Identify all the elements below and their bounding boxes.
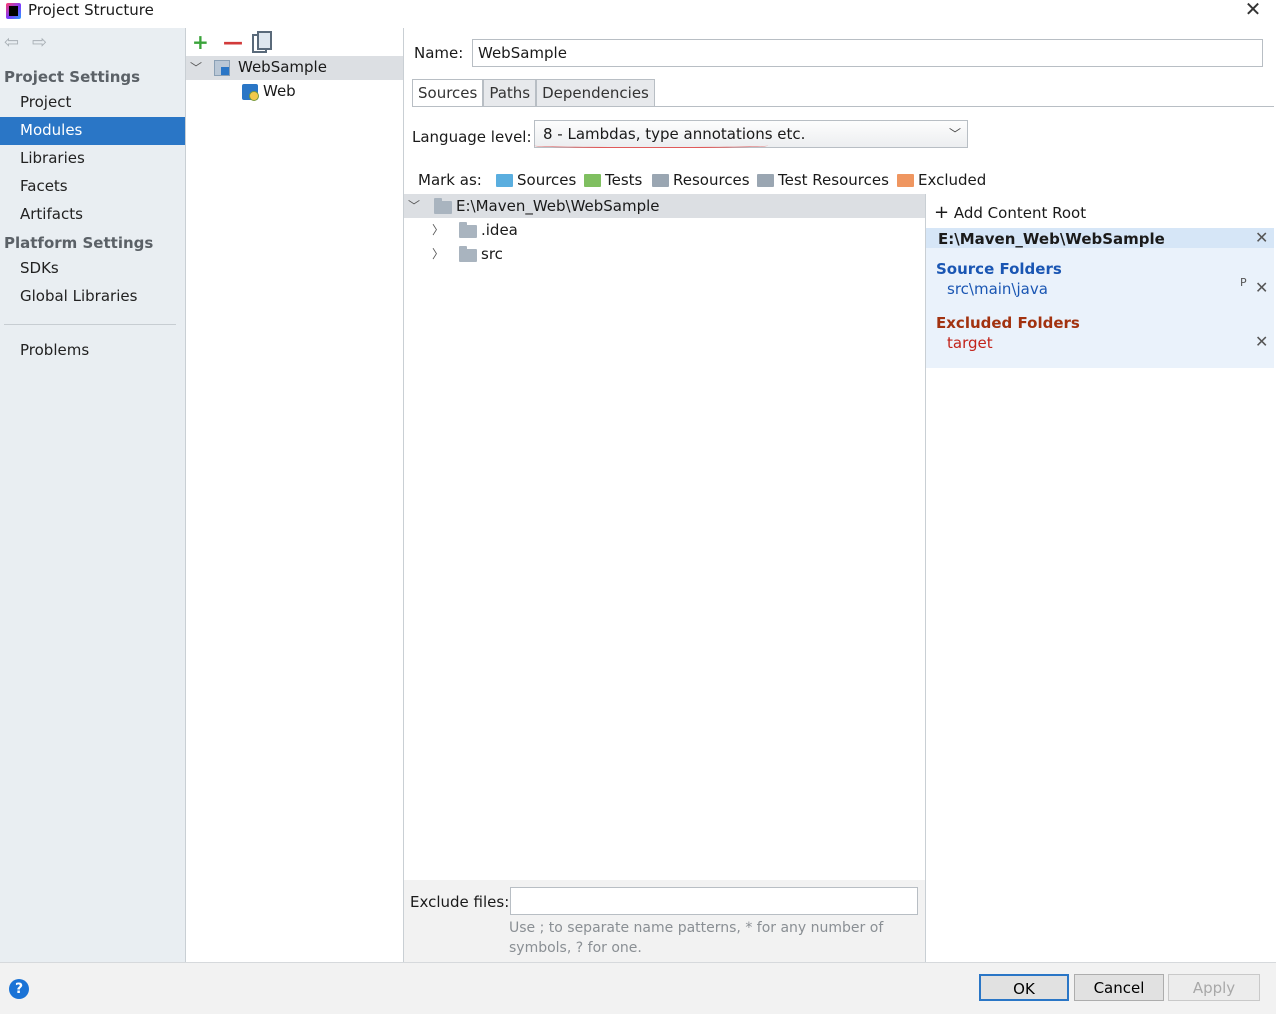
source-properties-icon[interactable]: P — [1240, 276, 1247, 289]
module-tree-row-websample[interactable]: ﹀ WebSample — [186, 56, 403, 80]
ok-button[interactable]: OK — [979, 974, 1069, 1001]
sources-folder-icon — [496, 174, 513, 187]
help-icon[interactable]: ? — [9, 979, 29, 999]
mark-as-resources-label: Resources — [673, 171, 750, 189]
red-annotation-underline — [534, 142, 768, 148]
excluded-folder-item[interactable]: target — [947, 334, 993, 352]
exclude-files-hint: Use ; to separate name patterns, * for a… — [509, 920, 884, 956]
module-tree-panel: + — ﹀ WebSample Web — [186, 28, 404, 962]
mark-as-tests-label: Tests — [605, 171, 643, 189]
plus-icon: + — [934, 202, 950, 223]
source-folder-item[interactable]: src\main\java — [947, 280, 1048, 298]
module-tabs: Sources Paths Dependencies — [412, 79, 655, 107]
sidebar-item-project[interactable]: Project — [0, 89, 185, 117]
remove-source-folder-icon[interactable]: ✕ — [1255, 278, 1268, 297]
tab-sources[interactable]: Sources — [412, 79, 484, 107]
file-tree-panel: ﹀ E:\Maven_Web\WebSample 〉 .idea 〉 src — [404, 194, 926, 880]
mark-as-tests-button[interactable]: Tests — [584, 171, 642, 191]
sidebar-item-modules[interactable]: Modules — [0, 117, 185, 145]
copy-icon[interactable] — [252, 31, 272, 53]
file-tree-row-root[interactable]: ﹀ E:\Maven_Web\WebSample — [404, 194, 925, 218]
mark-as-sources-button[interactable]: Sources — [496, 171, 576, 191]
test-resources-folder-icon — [757, 174, 774, 187]
sidebar-item-artifacts[interactable]: Artifacts — [0, 201, 185, 229]
file-tree-row-src[interactable]: 〉 src — [404, 242, 925, 266]
sidebar-item-libraries[interactable]: Libraries — [0, 145, 185, 173]
language-level-value: 8 - Lambdas, type annotations etc. — [543, 125, 806, 143]
mark-as-excluded-label: Excluded — [918, 171, 987, 189]
settings-sidebar: ⇦ ⇨ Project Settings Project Modules Lib… — [0, 28, 186, 962]
exclude-files-input[interactable] — [510, 887, 918, 915]
tab-dependencies[interactable]: Dependencies — [536, 79, 655, 107]
cancel-button[interactable]: Cancel — [1074, 974, 1164, 1001]
excluded-folder-icon — [897, 174, 914, 187]
mark-as-test-resources-button[interactable]: Test Resources — [757, 171, 889, 191]
mark-as-sources-label: Sources — [517, 171, 577, 189]
mark-as-excluded-button[interactable]: Excluded — [897, 171, 986, 191]
remove-content-root-icon[interactable]: ✕ — [1255, 228, 1268, 247]
language-level-label: Language level: — [412, 128, 532, 146]
chevron-down-icon: ﹀ — [948, 127, 961, 141]
module-settings-panel: Name: Sources Paths Dependencies Languag… — [404, 28, 1274, 962]
exclude-files-area: Exclude files: Use ; to separate name pa… — [404, 880, 926, 962]
module-root-label: WebSample — [238, 58, 327, 76]
chevron-right-icon[interactable]: 〉 — [432, 221, 444, 238]
mark-as-label: Mark as: — [418, 171, 482, 189]
chevron-right-icon[interactable]: 〉 — [432, 245, 444, 262]
remove-excluded-folder-icon[interactable]: ✕ — [1255, 332, 1268, 351]
exclude-files-label: Exclude files: — [410, 893, 510, 911]
module-name-input[interactable] — [472, 39, 1263, 67]
folder-icon — [459, 222, 477, 238]
chevron-down-icon[interactable]: ﹀ — [408, 197, 420, 214]
excluded-folders-heading: Excluded Folders — [936, 314, 1080, 332]
file-tree-item-label: src — [481, 245, 503, 263]
add-content-root-button[interactable]: + Add Content Root — [934, 202, 1086, 223]
file-tree-row-idea[interactable]: 〉 .idea — [404, 218, 925, 242]
name-label: Name: — [414, 44, 464, 62]
sidebar-divider — [4, 324, 176, 325]
section-platform-settings: Platform Settings — [4, 234, 154, 252]
file-tree-item-label: .idea — [481, 221, 518, 239]
content-root-panel: + Add Content Root E:\Maven_Web\WebSampl… — [926, 194, 1274, 962]
module-child-label: Web — [263, 82, 296, 100]
forward-arrow-icon[interactable]: ⇨ — [32, 32, 47, 53]
mark-as-test-resources-label: Test Resources — [778, 171, 889, 189]
module-tree-row-web[interactable]: Web — [186, 80, 403, 104]
close-window-button[interactable]: ✕ — [1240, 0, 1266, 20]
dialog-button-bar: ? OK Cancel Apply — [0, 962, 1276, 1014]
sidebar-item-sdks[interactable]: SDKs — [0, 255, 185, 283]
chevron-down-icon[interactable]: ﹀ — [190, 59, 202, 76]
folder-icon — [434, 198, 452, 214]
sidebar-item-problems[interactable]: Problems — [0, 337, 185, 365]
source-folders-heading: Source Folders — [936, 260, 1062, 278]
apply-button[interactable]: Apply — [1168, 974, 1260, 1001]
sidebar-item-global-libraries[interactable]: Global Libraries — [0, 283, 185, 311]
web-module-icon — [242, 84, 259, 101]
mark-as-resources-button[interactable]: Resources — [652, 171, 750, 191]
resources-folder-icon — [652, 174, 669, 187]
back-arrow-icon[interactable]: ⇦ — [4, 32, 19, 53]
section-project-settings: Project Settings — [4, 68, 141, 86]
content-root-path: E:\Maven_Web\WebSample — [938, 230, 1165, 248]
add-module-button[interactable]: + — [192, 32, 209, 52]
intellij-app-icon — [6, 3, 21, 19]
module-group-icon — [214, 60, 230, 76]
tests-folder-icon — [584, 174, 601, 187]
remove-module-button[interactable]: — — [223, 32, 243, 52]
file-tree-root-label: E:\Maven_Web\WebSample — [456, 197, 660, 215]
tab-paths[interactable]: Paths — [483, 79, 537, 107]
title-bar: Project Structure ✕ — [0, 0, 1276, 28]
sidebar-item-facets[interactable]: Facets — [0, 173, 185, 201]
tabs-divider — [412, 106, 1274, 107]
folder-icon — [459, 246, 477, 262]
add-content-root-label: Add Content Root — [953, 204, 1087, 222]
window-title: Project Structure — [28, 1, 154, 19]
